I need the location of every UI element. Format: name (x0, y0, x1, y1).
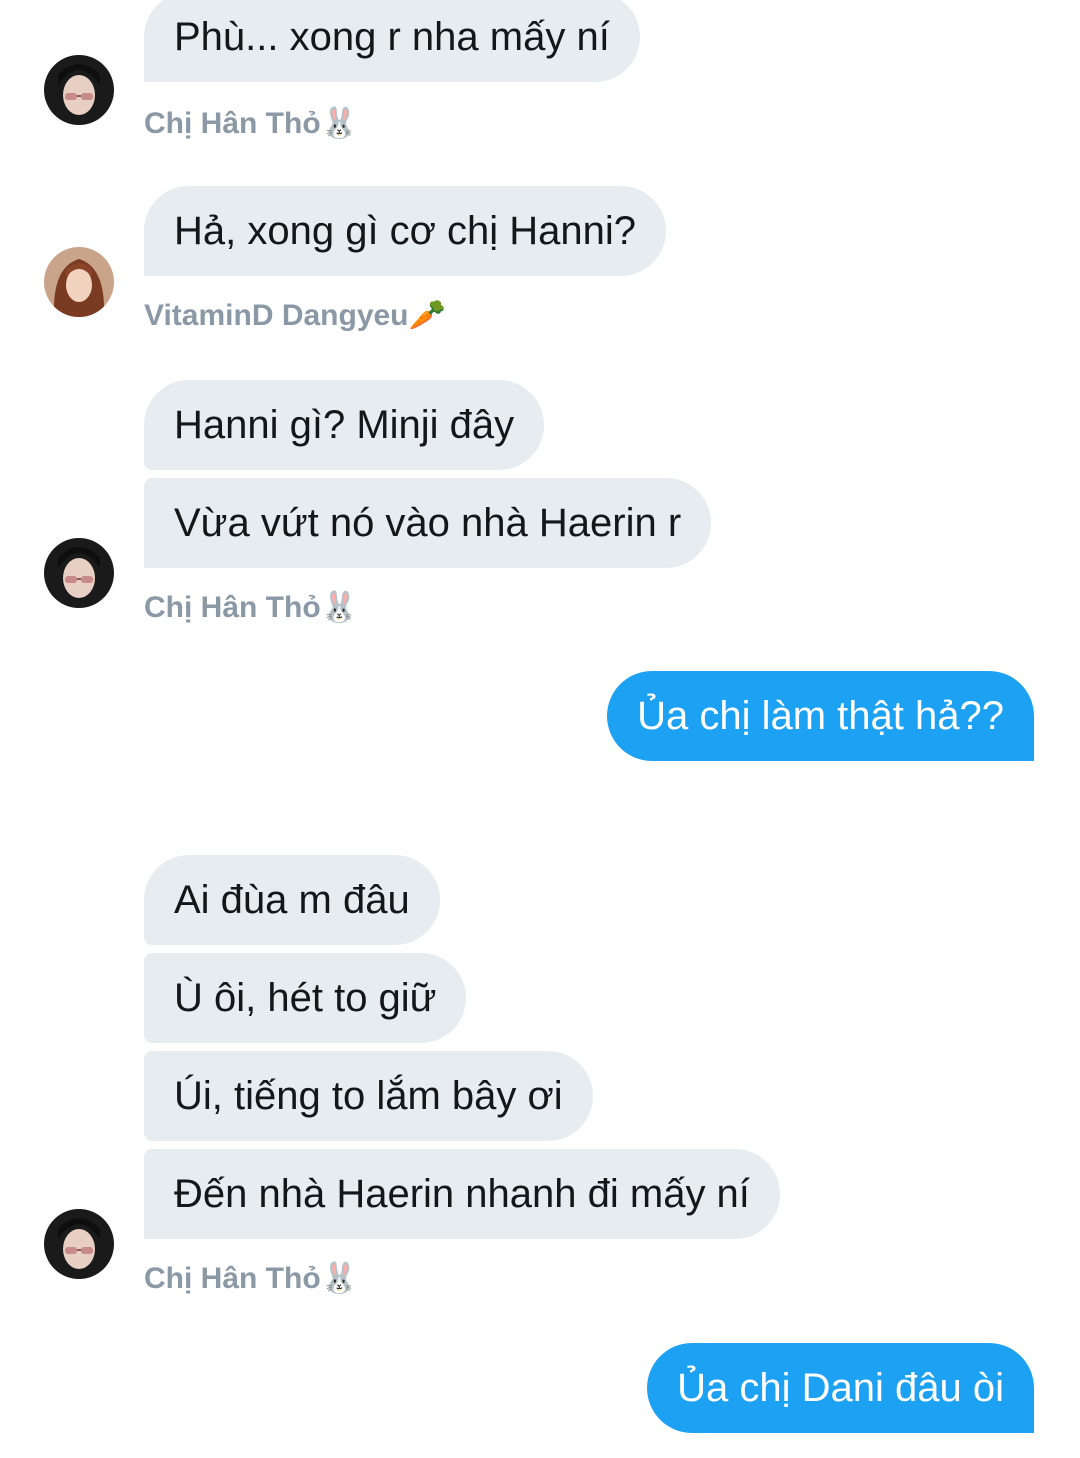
message-text: Hả, xong gì cơ chị Hanni? (174, 208, 637, 253)
outgoing-message[interactable]: Ủa chị Dani đâu òi (647, 1343, 1034, 1433)
sender-name: Chị Hân Thỏ🐰 (144, 591, 358, 624)
sender-name: Chị Hân Thỏ🐰 (144, 107, 358, 140)
message-text: Ủa chị làm thật hả?? (637, 693, 1004, 738)
sender-name: Chị Hân Thỏ🐰 (144, 1262, 358, 1295)
incoming-message[interactable]: Hanni gì? Minji đây (144, 380, 545, 470)
message-text: Vừa vứt nó vào nhà Haerin r (174, 500, 682, 545)
incoming-message[interactable]: Ù ôi, hét to giữ (144, 953, 467, 1043)
message-text: Hanni gì? Minji đây (174, 402, 515, 447)
incoming-message[interactable]: Úi, tiếng to lắm bây ơi (144, 1051, 593, 1141)
outgoing-message[interactable]: Ủa chị làm thật hả?? (607, 671, 1034, 761)
avatar-dark-hair-icon (44, 1209, 114, 1279)
avatar-dark-hair-icon (44, 55, 114, 125)
avatar[interactable] (44, 55, 114, 125)
message-text: Ù ôi, hét to giữ (174, 975, 437, 1020)
message-text: Úi, tiếng to lắm bây ơi (174, 1073, 563, 1118)
avatar-auburn-hair-icon (44, 247, 114, 317)
avatar-dark-hair-icon (44, 538, 114, 608)
avatar[interactable] (44, 538, 114, 608)
incoming-message[interactable]: Ai đùa m đâu (144, 855, 440, 945)
message-text: Ủa chị Dani đâu òi (677, 1365, 1004, 1410)
incoming-message[interactable]: Vừa vứt nó vào nhà Haerin r (144, 478, 712, 568)
incoming-message[interactable]: Phù... xong r nha mấy ní (144, 0, 640, 82)
sender-name: VitaminD Dangyeu🥕 (144, 299, 446, 332)
avatar[interactable] (44, 247, 114, 317)
incoming-message[interactable]: Đến nhà Haerin nhanh đi mấy ní (144, 1149, 780, 1239)
message-text: Phù... xong r nha mấy ní (174, 14, 610, 59)
avatar[interactable] (44, 1209, 114, 1279)
message-text: Đến nhà Haerin nhanh đi mấy ní (174, 1171, 750, 1216)
incoming-message[interactable]: Hả, xong gì cơ chị Hanni? (144, 186, 667, 276)
message-text: Ai đùa m đâu (174, 877, 410, 922)
